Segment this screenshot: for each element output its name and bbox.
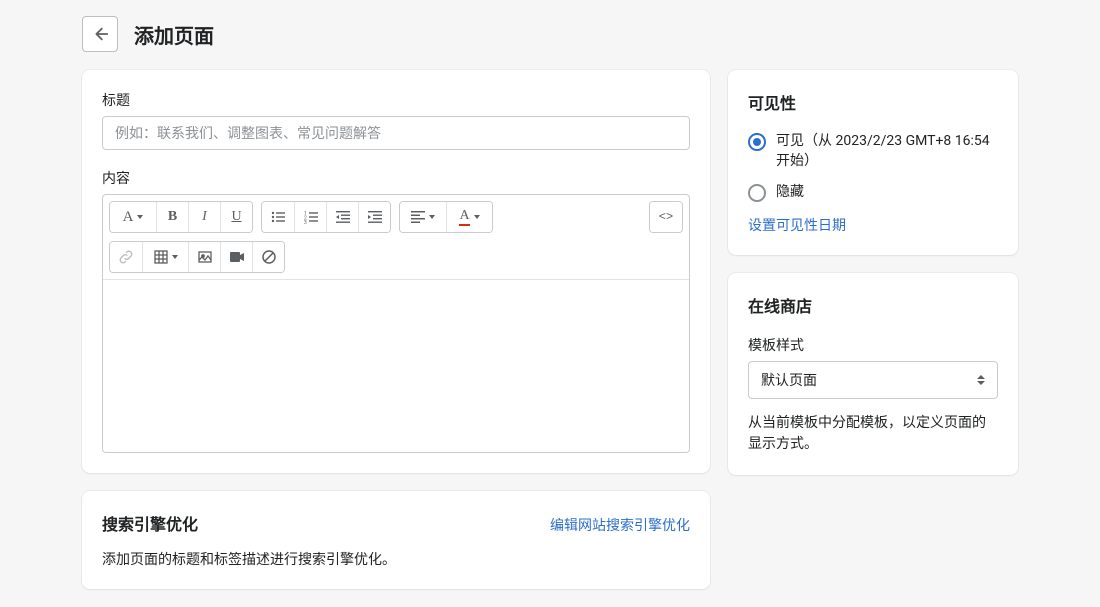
content-card: 标题 内容 A B I U	[82, 70, 710, 473]
video-button[interactable]	[220, 242, 252, 272]
indent-icon	[368, 210, 382, 224]
rich-text-editor: A B I U 123	[102, 194, 690, 453]
visibility-hidden-option[interactable]: 隐藏	[748, 183, 998, 203]
template-label: 模板样式	[748, 335, 998, 355]
link-icon	[119, 250, 133, 264]
seo-description: 添加页面的标题和标签描述进行搜索引擎优化。	[102, 549, 690, 569]
seo-card: 搜索引擎优化 编辑网站搜索引擎优化 添加页面的标题和标签描述进行搜索引擎优化。	[82, 491, 710, 589]
hidden-label: 隐藏	[776, 183, 804, 203]
template-selected-value: 默认页面	[761, 370, 817, 390]
svg-text:3: 3	[304, 220, 307, 224]
online-store-card: 在线商店 模板样式 默认页面 从当前模板中分配模板，以定义页面的显示方式。	[728, 273, 1018, 475]
visibility-visible-option[interactable]: 可见（从 2023/2/23 GMT+8 16:54 开始）	[748, 132, 998, 171]
code-view-button[interactable]: <>	[650, 202, 682, 232]
bullet-list-button[interactable]	[262, 202, 294, 232]
template-select[interactable]: 默认页面	[748, 361, 998, 399]
editor-textarea[interactable]	[103, 280, 689, 452]
edit-seo-link[interactable]: 编辑网站搜索引擎优化	[550, 515, 690, 535]
page-title: 添加页面	[134, 20, 214, 49]
image-icon	[198, 250, 212, 264]
title-input[interactable]	[102, 116, 690, 150]
bullet-list-icon	[271, 210, 285, 224]
underline-button[interactable]: U	[220, 202, 252, 232]
bold-button[interactable]: B	[156, 202, 188, 232]
arrow-left-icon	[91, 25, 109, 43]
title-label: 标题	[102, 90, 690, 110]
heading-dropdown[interactable]: A	[110, 202, 156, 232]
numbered-list-button[interactable]: 123	[294, 202, 326, 232]
table-icon	[154, 250, 168, 264]
radio-unchecked-icon	[748, 184, 766, 202]
italic-button[interactable]: I	[188, 202, 220, 232]
online-store-title: 在线商店	[748, 293, 998, 317]
content-label: 内容	[102, 168, 690, 188]
no-entry-icon	[262, 250, 276, 264]
set-visibility-date-link[interactable]: 设置可见性日期	[748, 215, 998, 235]
select-chevron-icon	[977, 375, 985, 385]
visibility-title: 可见性	[748, 90, 998, 114]
seo-title: 搜索引擎优化	[102, 511, 198, 535]
video-icon	[230, 251, 244, 263]
image-button[interactable]	[188, 242, 220, 272]
radio-checked-icon	[748, 133, 766, 151]
outdent-icon	[336, 210, 350, 224]
back-button[interactable]	[82, 16, 118, 52]
link-button[interactable]	[110, 242, 142, 272]
text-color-dropdown[interactable]: A	[446, 202, 492, 232]
align-dropdown[interactable]	[400, 202, 446, 232]
clear-format-button[interactable]	[252, 242, 284, 272]
align-left-icon	[411, 211, 425, 223]
visibility-card: 可见性 可见（从 2023/2/23 GMT+8 16:54 开始） 隐藏 设置…	[728, 70, 1018, 255]
template-help-text: 从当前模板中分配模板，以定义页面的显示方式。	[748, 413, 998, 455]
indent-button[interactable]	[358, 202, 390, 232]
outdent-button[interactable]	[326, 202, 358, 232]
numbered-list-icon: 123	[304, 210, 318, 224]
visible-label: 可见（从 2023/2/23 GMT+8 16:54 开始）	[776, 132, 998, 171]
table-dropdown[interactable]	[142, 242, 188, 272]
